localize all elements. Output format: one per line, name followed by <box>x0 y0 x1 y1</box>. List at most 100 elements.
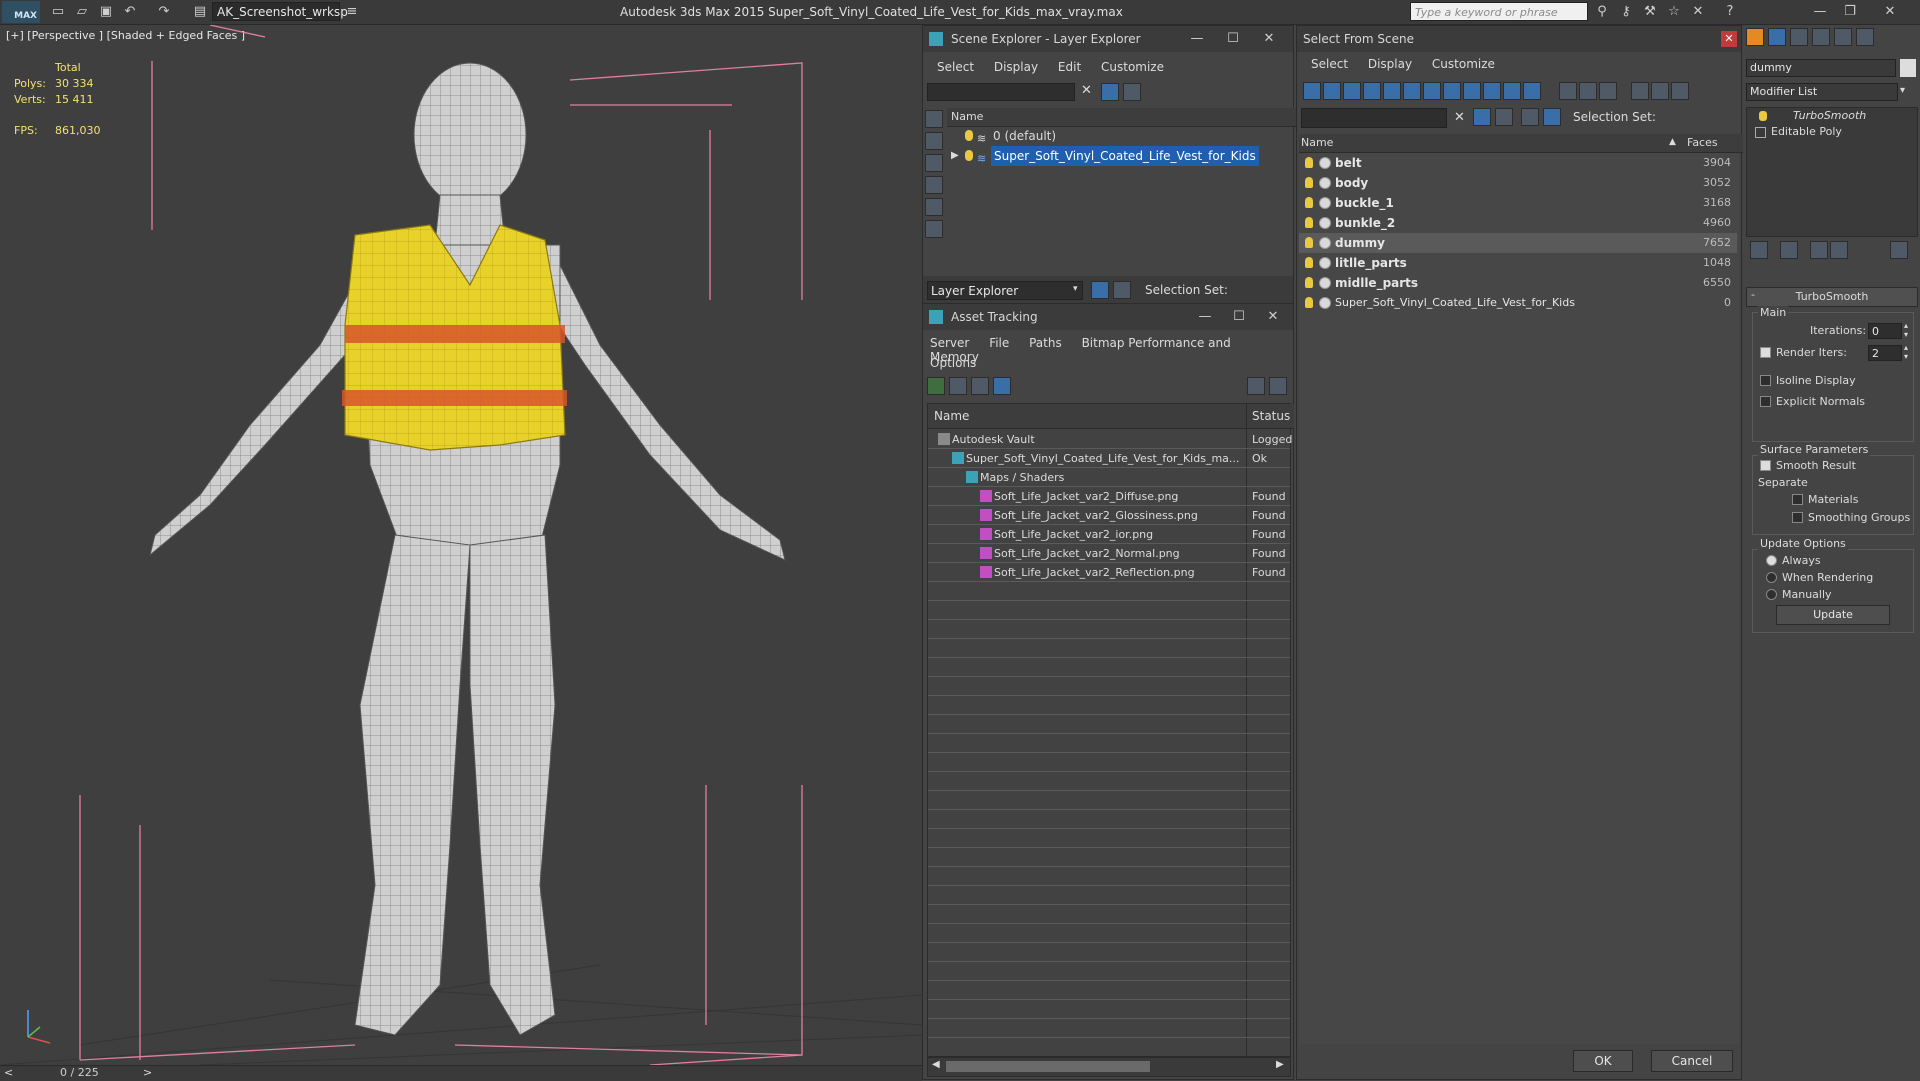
object-row[interactable]: bunkle_2 4960 <box>1299 213 1737 233</box>
lightbulb-icon[interactable] <box>1305 197 1313 208</box>
time-slider[interactable]: < 0 / 225 > <box>0 1065 922 1081</box>
settings-icon[interactable] <box>1269 377 1287 395</box>
scrollbar-thumb[interactable] <box>946 1061 1150 1072</box>
asset-status-header[interactable]: Status <box>1248 404 1294 429</box>
object-row[interactable]: litlle_parts 1048 <box>1299 253 1737 273</box>
object-color-swatch[interactable] <box>1900 59 1916 77</box>
menu-select[interactable]: Select <box>937 60 974 74</box>
menu-server[interactable]: Server <box>930 336 969 350</box>
expand-arrow-icon[interactable]: ▶ <box>951 146 959 166</box>
isoline-checkbox[interactable] <box>1760 375 1771 386</box>
menu-display[interactable]: Display <box>994 60 1038 74</box>
lightbulb-icon[interactable] <box>965 150 973 161</box>
cancel-button[interactable]: Cancel <box>1651 1050 1733 1072</box>
perspective-viewport[interactable]: [+] [Perspective ] [Shaded + Edged Faces… <box>0 25 922 1065</box>
stack-item-turbosmooth[interactable]: TurboSmooth <box>1747 108 1917 124</box>
expand-box-icon[interactable] <box>1755 127 1766 138</box>
project-folder-icon[interactable]: ▤ <box>190 3 210 21</box>
asset-row-name[interactable]: Soft_Life_Jacket_var2_Reflection.png <box>994 563 1195 582</box>
lightbulb-icon[interactable] <box>1305 297 1313 308</box>
modify-tab-icon[interactable] <box>1768 28 1786 46</box>
table-view-icon[interactable] <box>993 377 1011 395</box>
turbosmooth-rollout-header[interactable]: - TurboSmooth <box>1746 287 1918 307</box>
scroll-left-icon[interactable]: ◀ <box>932 1059 940 1070</box>
filter-list-types-icon[interactable] <box>1651 82 1669 100</box>
redo-icon[interactable]: ↷ <box>154 3 174 21</box>
when-rendering-radio[interactable] <box>1766 572 1777 583</box>
spinner-arrows-icon[interactable]: ▴ ▾ <box>1904 321 1908 339</box>
menu-display[interactable]: Display <box>1368 57 1412 71</box>
close-icon[interactable]: ✕ <box>1251 26 1287 52</box>
minimize-icon[interactable]: — <box>1810 3 1830 21</box>
smoothing-groups-checkbox[interactable] <box>1792 512 1803 523</box>
smooth-result-checkbox[interactable] <box>1760 460 1771 471</box>
scroll-right-icon[interactable]: ▶ <box>1276 1059 1284 1070</box>
list-view-icon[interactable] <box>949 377 967 395</box>
layers-toggle-icon[interactable] <box>1521 108 1539 126</box>
horizontal-scrollbar[interactable]: ◀ ▶ <box>927 1057 1291 1077</box>
lightbulb-icon[interactable] <box>1759 111 1767 121</box>
make-unique-icon[interactable] <box>1810 241 1828 259</box>
menu-options[interactable]: Options <box>930 356 976 370</box>
explorer-type-dropdown[interactable]: Layer Explorer <box>927 281 1083 300</box>
filter-containers-icon[interactable] <box>1483 82 1501 100</box>
sort-ascending-icon[interactable]: ▲ <box>1669 137 1676 147</box>
filter-xrefs-icon[interactable] <box>1443 82 1461 100</box>
object-row[interactable]: belt 3904 <box>1299 153 1737 173</box>
layer-options-icon[interactable] <box>1123 83 1141 101</box>
asset-row-name[interactable]: Maps / Shaders <box>980 468 1064 487</box>
time-slider-prev[interactable]: < <box>4 1066 13 1079</box>
asset-row-name[interactable]: Autodesk Vault <box>952 430 1035 449</box>
display-helpers-icon[interactable] <box>925 198 943 216</box>
filter-icon[interactable] <box>1473 108 1491 126</box>
help-icon[interactable] <box>1247 377 1265 395</box>
display-shapes-icon[interactable] <box>925 132 943 150</box>
filter-helpers-icon[interactable] <box>1383 82 1401 100</box>
create-tab-icon[interactable] <box>1746 28 1764 46</box>
layer-options-icon[interactable] <box>1495 108 1513 126</box>
restore-icon[interactable]: ❐ <box>1840 3 1860 21</box>
menu-select[interactable]: Select <box>1311 57 1348 71</box>
asset-row-name[interactable]: Soft_Life_Jacket_var2_Normal.png <box>994 544 1180 563</box>
display-lights-icon[interactable] <box>925 154 943 172</box>
layers-toggle-icon[interactable] <box>1091 281 1109 299</box>
select-search-input[interactable] <box>1301 108 1447 128</box>
pin-stack-icon[interactable] <box>1750 241 1768 259</box>
menu-customize[interactable]: Customize <box>1101 60 1164 74</box>
filter-filter-options-icon[interactable] <box>1631 82 1649 100</box>
clear-search-icon[interactable]: ✕ <box>1454 110 1465 125</box>
configure-sets-icon[interactable] <box>1890 241 1908 259</box>
layer-row-vest[interactable]: ▶ ≋ Super_Soft_Vinyl_Coated_Life_Vest_fo… <box>947 146 1293 166</box>
key-icon[interactable]: ⚷ <box>1616 3 1636 21</box>
lightbulb-icon[interactable] <box>1305 177 1313 188</box>
spinner-arrows-icon[interactable]: ▴ ▾ <box>1904 343 1908 361</box>
ok-button[interactable]: OK <box>1573 1050 1633 1072</box>
filter-collapse-icon[interactable] <box>1671 82 1689 100</box>
search-input[interactable]: Type a keyword or phrase <box>1410 2 1588 21</box>
close-icon[interactable]: ✕ <box>1721 31 1737 47</box>
time-slider-next[interactable]: > <box>143 1066 152 1079</box>
stack-item-editable-poly[interactable]: Editable Poly <box>1747 124 1917 140</box>
object-row[interactable]: dummy 7652 <box>1299 233 1737 253</box>
remove-modifier-icon[interactable] <box>1830 241 1848 259</box>
explicit-normals-checkbox[interactable] <box>1760 396 1771 407</box>
filter-spacewarps-icon[interactable] <box>1403 82 1421 100</box>
save-file-icon[interactable]: ▣ <box>96 3 116 21</box>
object-name-field[interactable]: dummy <box>1746 59 1896 77</box>
hierarchy-icon[interactable] <box>1113 281 1131 299</box>
display-tab-icon[interactable] <box>1834 28 1852 46</box>
display-cameras-icon[interactable] <box>925 176 943 194</box>
binoculars-icon[interactable]: ⚲ <box>1592 3 1612 21</box>
filter-frozen-icon[interactable] <box>1503 82 1521 100</box>
filter-all-icon[interactable] <box>1559 82 1577 100</box>
lightbulb-icon[interactable] <box>1305 277 1313 288</box>
maximize-icon[interactable]: ☐ <box>1215 26 1251 52</box>
lightbulb-icon[interactable] <box>1305 237 1313 248</box>
maximize-icon[interactable]: ☐ <box>1221 304 1257 330</box>
star-icon[interactable]: ☆ <box>1664 3 1684 21</box>
filter-cameras-icon[interactable] <box>1363 82 1381 100</box>
help-icon[interactable]: ? <box>1720 3 1740 21</box>
always-radio[interactable] <box>1766 555 1777 566</box>
hierarchy-tab-icon[interactable] <box>1790 28 1808 46</box>
lightbulb-icon[interactable] <box>1305 157 1313 168</box>
